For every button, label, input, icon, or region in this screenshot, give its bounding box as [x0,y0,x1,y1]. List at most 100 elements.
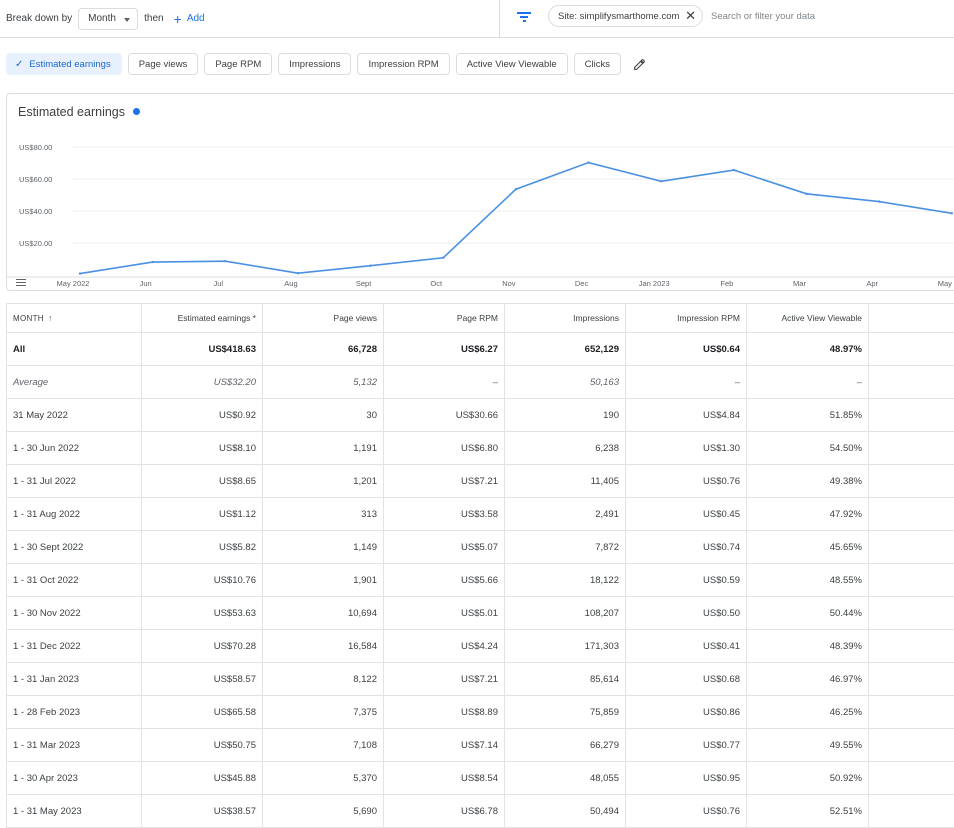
table-cell: 7,375 [263,696,384,729]
table-cell: 51.85% [747,399,869,432]
table-cell: – [626,366,747,399]
breakdown-label: Break down by [6,13,72,24]
search-input[interactable]: Search or filter your data [711,11,815,22]
column-header-month[interactable]: MONTH↑ [7,304,142,333]
x-tick-label: Dec [575,279,589,288]
check-icon: ✓ [15,59,23,70]
table-cell: 1,901 [263,564,384,597]
data-point [951,212,953,214]
table-cell: 54.50% [747,432,869,465]
x-tick-label: Jun [140,279,152,288]
metric-chip-label: Estimated earnings [29,59,110,70]
table-row: 1 - 31 Dec 2022US$70.2816,584US$4.24171,… [7,630,954,663]
metric-chip-page-views[interactable]: Page views [128,53,199,75]
x-tick-label: Apr [866,279,878,288]
table-cell: 46.97% [747,663,869,696]
data-point [660,180,662,182]
data-point [224,260,226,262]
table-row: 1 - 30 Jun 2022US$8.101,191US$6.806,238U… [7,432,954,465]
row-label-cell: All [7,333,142,366]
metric-chip-label: Active View Viewable [467,59,557,70]
filter-icon[interactable] [517,11,531,23]
table-cell: 49.55% [747,729,869,762]
metric-chip-active-view-viewable[interactable]: Active View Viewable [456,53,568,75]
add-label: Add [187,13,205,24]
column-header-active-view-viewable[interactable]: Active View Viewable [747,304,869,333]
row-label-cell: 1 - 30 Jun 2022 [7,432,142,465]
total-row: AllUS$418.6366,728US$6.27652,129US$0.644… [7,333,954,366]
column-header-impression-rpm[interactable]: Impression RPM [626,304,747,333]
table-cell-empty [869,399,954,432]
table-cell: 52.51% [747,795,869,828]
row-label-cell: 1 - 28 Feb 2023 [7,696,142,729]
row-label-cell: 1 - 31 Aug 2022 [7,498,142,531]
table-cell: 5,132 [263,366,384,399]
table-cell: 66,279 [505,729,626,762]
table-cell: 171,303 [505,630,626,663]
table-cell: – [384,366,505,399]
table-cell: 11,405 [505,465,626,498]
table-cell-empty [869,597,954,630]
metric-chip-label: Clicks [585,59,610,70]
table-cell: 48.55% [747,564,869,597]
table-cell-empty [869,333,954,366]
table-cell: US$4.24 [384,630,505,663]
row-label-cell: 1 - 30 Sept 2022 [7,531,142,564]
metric-chip-label: Impressions [289,59,340,70]
close-icon[interactable]: ✕ [685,8,696,24]
column-header-estimated-earnings[interactable]: Estimated earnings * [142,304,263,333]
add-breakdown-button[interactable]: + Add [174,13,205,24]
x-tick-label: May 2022 [57,279,90,288]
column-header-page-rpm[interactable]: Page RPM [384,304,505,333]
table-cell: US$50.75 [142,729,263,762]
table-cell: 1,201 [263,465,384,498]
data-point [369,264,371,266]
table-cell: 190 [505,399,626,432]
table-cell: 2,491 [505,498,626,531]
table-cell: – [747,366,869,399]
table-cell: US$65.58 [142,696,263,729]
breakdown-value: Month [88,13,116,24]
row-label-cell: 1 - 30 Apr 2023 [7,762,142,795]
table-cell: 7,108 [263,729,384,762]
table-cell: 5,370 [263,762,384,795]
menu-icon[interactable] [16,279,26,287]
table-cell: 7,872 [505,531,626,564]
metric-chip-estimated-earnings[interactable]: ✓ Estimated earnings [6,53,122,75]
table-cell: 48.97% [747,333,869,366]
table-cell: US$6.80 [384,432,505,465]
row-label-cell: 1 - 30 Nov 2022 [7,597,142,630]
metric-chip-page-rpm[interactable]: Page RPM [204,53,272,75]
table-cell: 6,238 [505,432,626,465]
table-cell: US$30.66 [384,399,505,432]
row-label-cell: 31 May 2022 [7,399,142,432]
table-cell: US$6.27 [384,333,505,366]
table-cell: US$0.77 [626,729,747,762]
table-cell: 8,122 [263,663,384,696]
table-cell: 10,694 [263,597,384,630]
sort-up-icon: ↑ [48,313,53,323]
table-cell: 50,494 [505,795,626,828]
table-cell: 66,728 [263,333,384,366]
table-cell-empty [869,465,954,498]
site-filter-chip[interactable]: Site: simplifysmarthome.com ✕ [548,5,703,27]
metric-chip-impression-rpm[interactable]: Impression RPM [357,53,449,75]
table-cell-empty [869,531,954,564]
table-row: 1 - 31 May 2023US$38.575,690US$6.7850,49… [7,795,954,828]
metric-chip-impressions[interactable]: Impressions [278,53,351,75]
edit-pencil-icon[interactable] [633,57,647,71]
table-cell: US$1.30 [626,432,747,465]
plus-icon: + [174,14,182,24]
table-cell: 108,207 [505,597,626,630]
table-cell: 652,129 [505,333,626,366]
report-toolbar: Break down by Month then + Add Site: sim… [0,0,954,38]
data-point [297,272,299,274]
column-header-page-views[interactable]: Page views [263,304,384,333]
table-cell: US$8.89 [384,696,505,729]
column-header-impressions[interactable]: Impressions [505,304,626,333]
table-cell: US$418.63 [142,333,263,366]
metric-chip-clicks[interactable]: Clicks [574,53,621,75]
table-cell-empty [869,432,954,465]
breakdown-dropdown[interactable]: Month [78,8,138,30]
row-label-cell: 1 - 31 Mar 2023 [7,729,142,762]
